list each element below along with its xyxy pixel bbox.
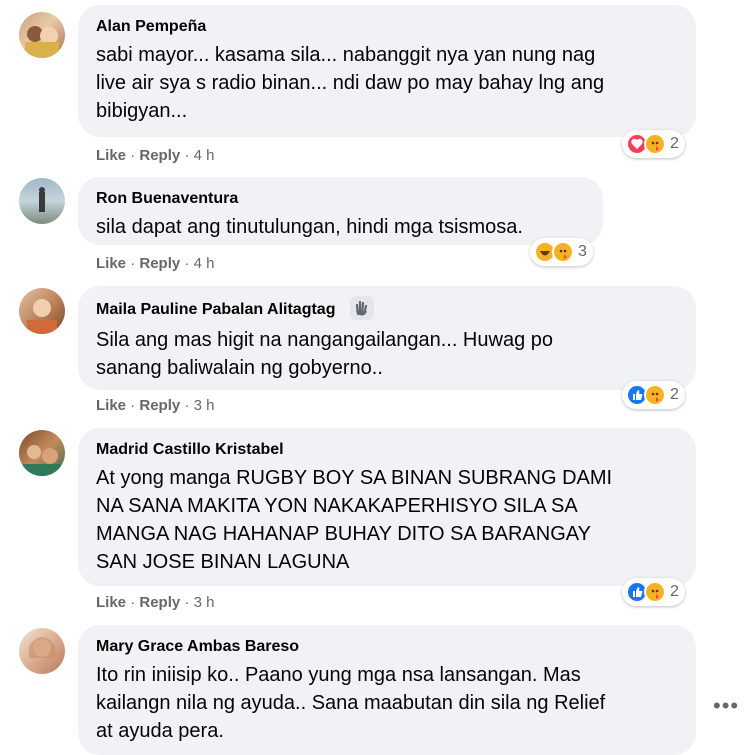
avatar[interactable] xyxy=(19,628,65,674)
separator: · xyxy=(184,594,194,611)
comment-text: At yong manga RUGBY BOY SA BINAN SUBRANG… xyxy=(96,464,678,576)
comment-author: Maila Pauline Pabalan Alitagtag xyxy=(96,296,678,322)
reaction-summary[interactable]: 2 xyxy=(622,381,685,409)
avatar[interactable] xyxy=(19,12,65,58)
reaction-summary[interactable]: 3 xyxy=(530,238,593,266)
comment-text: sabi mayor... kasama sila... nabanggit n… xyxy=(96,41,678,125)
comment-text: Sila ang mas higit na nangangailangan...… xyxy=(96,326,678,382)
wave-hand-icon xyxy=(349,296,374,320)
comment-line: Ito rin iniisip ko.. Paano yung mga nsa … xyxy=(96,664,581,686)
care-reaction-icon xyxy=(552,241,574,263)
avatar-photo xyxy=(27,299,57,334)
reaction-count: 3 xyxy=(578,243,587,260)
reply-link[interactable]: Reply xyxy=(139,255,180,272)
timestamp[interactable]: 3 h xyxy=(194,397,215,414)
separator: · xyxy=(184,255,194,272)
comment-actions: Like · Reply · 3 h xyxy=(96,397,214,415)
comment-author[interactable]: Mary Grace Ambas Bareso xyxy=(96,637,678,657)
comment-author[interactable]: Alan Pempeña xyxy=(96,17,678,37)
separator: · xyxy=(130,397,140,414)
author-name[interactable]: Maila Pauline Pabalan Alitagtag xyxy=(96,301,335,318)
avatar-photo xyxy=(25,26,59,58)
comment-actions: Like · Reply · 3 h xyxy=(96,594,214,612)
avatar-photo xyxy=(29,637,55,658)
comment-bubble: Alan Pempeña sabi mayor... kasama sila..… xyxy=(78,5,696,137)
like-link[interactable]: Like xyxy=(96,255,126,272)
avatar[interactable] xyxy=(19,430,65,476)
comment-line: At yong manga RUGBY BOY SA BINAN SUBRANG… xyxy=(96,467,613,489)
reaction-summary[interactable]: 2 xyxy=(622,130,685,158)
separator: · xyxy=(184,147,194,164)
avatar[interactable] xyxy=(19,178,65,224)
care-reaction-icon xyxy=(644,133,666,155)
comment-bubble: Madrid Castillo Kristabel At yong manga … xyxy=(78,428,696,586)
comment-line: sabi mayor... kasama sila... nabanggit n… xyxy=(96,44,596,66)
comment-line: kailangn nila ng ayuda.. Sana maabutan d… xyxy=(96,692,606,714)
like-link[interactable]: Like xyxy=(96,397,126,414)
comment-line: MANGA NAG HAHANAP BUHAY DITO SA BARANGAY xyxy=(96,523,591,545)
more-options-icon[interactable]: ••• xyxy=(713,693,739,719)
avatar-photo xyxy=(23,445,61,476)
comment-actions: Like · Reply · 4 h xyxy=(96,255,214,273)
reply-link[interactable]: Reply xyxy=(139,397,180,414)
like-link[interactable]: Like xyxy=(96,594,126,611)
comment-bubble: Maila Pauline Pabalan Alitagtag Sila ang… xyxy=(78,286,696,390)
comment-text: sila dapat ang tinutulungan, hindi mga t… xyxy=(96,213,585,241)
care-reaction-icon xyxy=(644,384,666,406)
comment-line: Sila ang mas higit na nangangailangan...… xyxy=(96,329,553,351)
comment-line: live air sya s radio binan... ndi daw po… xyxy=(96,72,605,94)
comment-line: SAN JOSE BINAN LAGUNA xyxy=(96,551,350,573)
comment-text: Ito rin iniisip ko.. Paano yung mga nsa … xyxy=(96,661,678,745)
comment-bubble: Mary Grace Ambas Bareso Ito rin iniisip … xyxy=(78,625,696,755)
separator: · xyxy=(184,397,194,414)
avatar[interactable] xyxy=(19,288,65,334)
timestamp[interactable]: 4 h xyxy=(194,255,215,272)
reaction-count: 2 xyxy=(670,583,679,600)
separator: · xyxy=(130,147,140,164)
like-link[interactable]: Like xyxy=(96,147,126,164)
comment-bubble: Ron Buenaventura sila dapat ang tinutulu… xyxy=(78,177,603,245)
avatar-photo xyxy=(39,187,45,212)
care-reaction-icon xyxy=(644,581,666,603)
comment-author[interactable]: Ron Buenaventura xyxy=(96,189,585,209)
separator: · xyxy=(130,255,140,272)
reply-link[interactable]: Reply xyxy=(139,594,180,611)
timestamp[interactable]: 4 h xyxy=(194,147,215,164)
comment-line: NA SANA MAKITA YON NAKAKAPERHISYO SILA S… xyxy=(96,495,578,517)
comment-line: at ayuda pera. xyxy=(96,720,224,742)
comment-line: sila dapat ang tinutulungan, hindi mga t… xyxy=(96,216,523,238)
reaction-count: 2 xyxy=(670,135,679,152)
reaction-count: 2 xyxy=(670,386,679,403)
comment-author[interactable]: Madrid Castillo Kristabel xyxy=(96,440,678,460)
separator: · xyxy=(130,594,140,611)
comment-actions: Like · Reply · 4 h xyxy=(96,147,214,165)
reaction-summary[interactable]: 2 xyxy=(622,578,685,606)
comment-line: sanang baliwalain ng gobyerno.. xyxy=(96,357,383,379)
reply-link[interactable]: Reply xyxy=(139,147,180,164)
comment-line: bibigyan... xyxy=(96,100,188,122)
timestamp[interactable]: 3 h xyxy=(194,594,215,611)
